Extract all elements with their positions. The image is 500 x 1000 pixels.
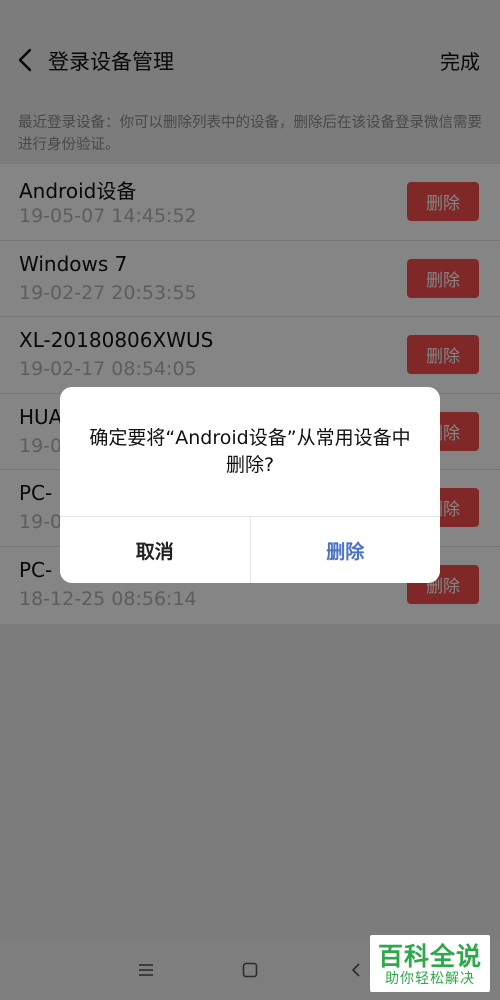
dialog-actions: 取消 删除	[60, 516, 440, 583]
watermark-logo: 百科全说 助你轻松解决	[370, 935, 490, 992]
confirm-delete-button[interactable]: 删除	[251, 517, 441, 583]
watermark-sub-text: 助你轻松解决	[385, 971, 475, 987]
cancel-button[interactable]: 取消	[60, 517, 251, 583]
delete-confirm-dialog: 确定要将“Android设备”从常用设备中删除? 取消 删除	[60, 387, 440, 583]
dialog-message: 确定要将“Android设备”从常用设备中删除?	[89, 427, 411, 476]
